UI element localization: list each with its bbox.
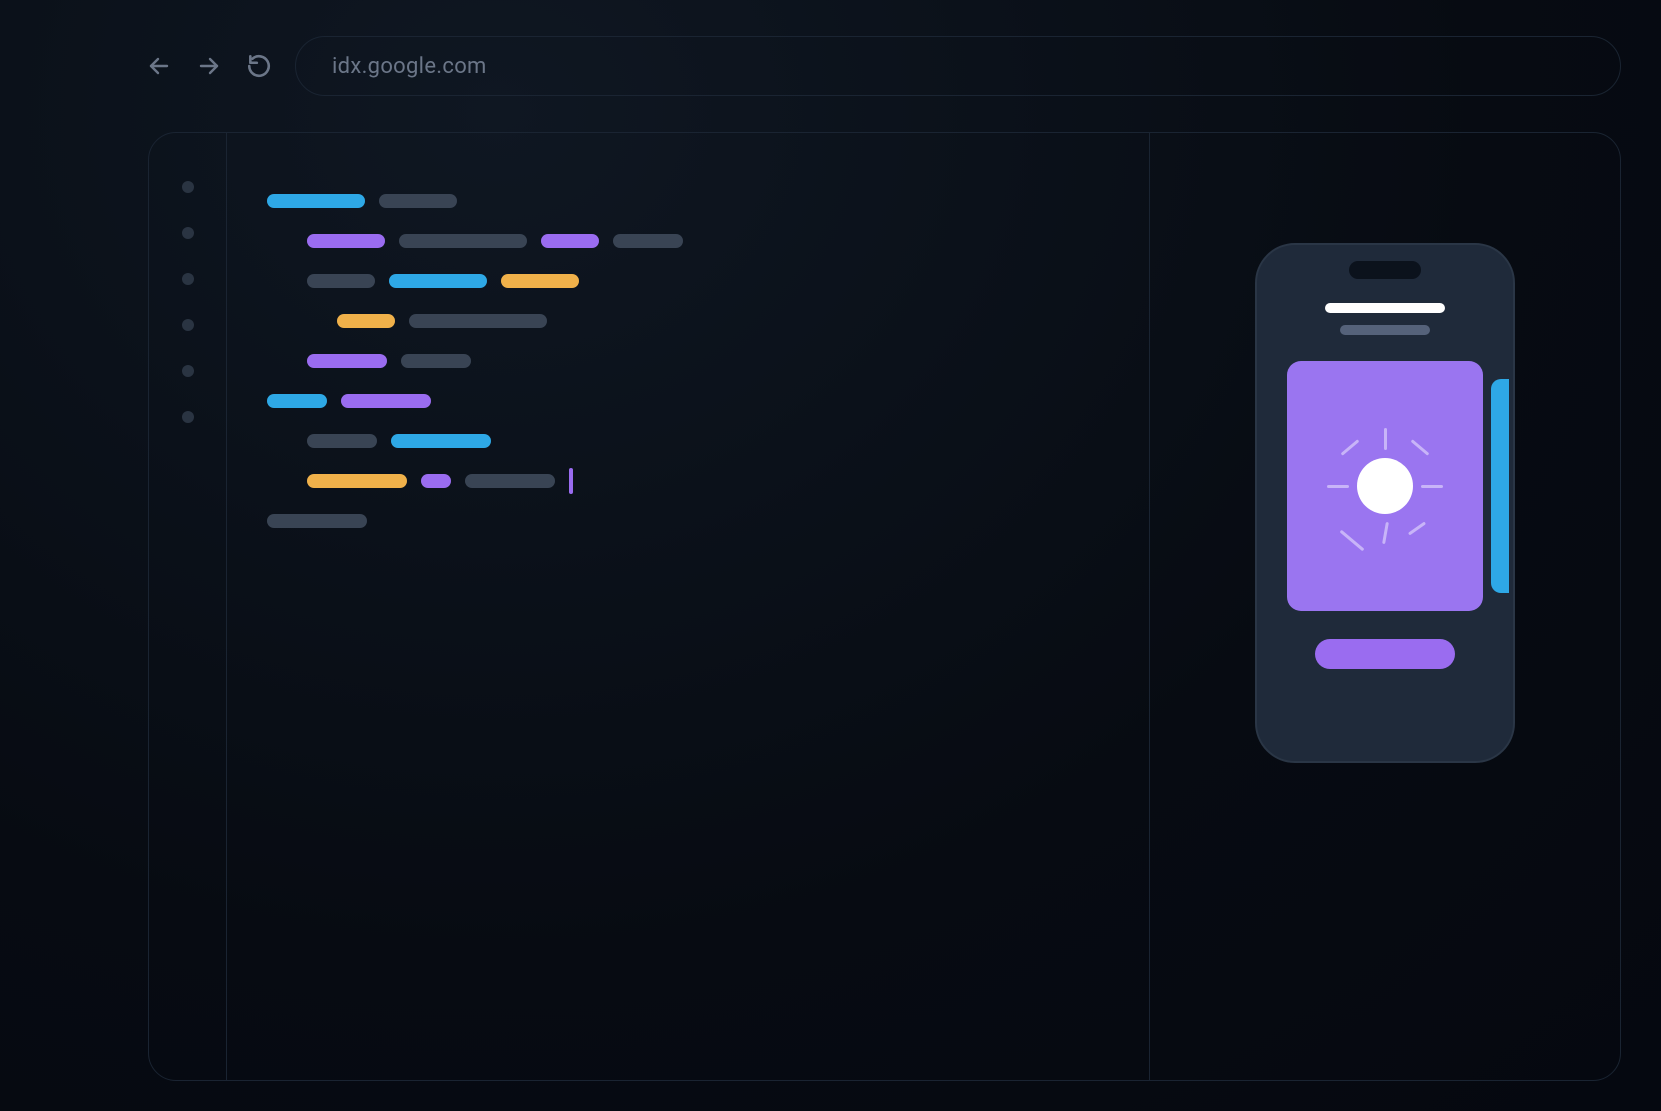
code-token [421,474,451,488]
stage: idx.google.com [0,0,1661,1111]
code-token [341,394,431,408]
preview-pane [1150,133,1620,1080]
rail-dot[interactable] [182,365,194,377]
feature-card[interactable] [1287,361,1483,611]
code-token [401,354,471,368]
app-headline-placeholder [1325,303,1445,313]
cta-button[interactable] [1315,639,1455,669]
arrow-left-icon [147,54,171,78]
code-token [307,434,377,448]
text-cursor [569,468,573,494]
code-token [399,234,527,248]
code-token [409,314,547,328]
address-bar-url: idx.google.com [332,54,487,79]
code-token [391,434,491,448]
rail-dot[interactable] [182,227,194,239]
phone-screen [1275,297,1495,743]
code-line [267,261,1109,301]
code-token [613,234,683,248]
browser-chrome: idx.google.com [145,30,1621,102]
rail-dot[interactable] [182,181,194,193]
code-token [307,274,375,288]
code-token [307,474,407,488]
code-token [267,194,365,208]
code-token [307,354,387,368]
code-token [379,194,457,208]
editor-window [148,132,1621,1081]
code-line [267,181,1109,221]
forward-button[interactable] [195,52,223,80]
rail-dot[interactable] [182,319,194,331]
rail-dot[interactable] [182,411,194,423]
spark-icon [1357,458,1413,514]
code-token [307,234,385,248]
code-token [267,514,367,528]
code-token [501,274,579,288]
refresh-icon [246,53,272,79]
app-subline-placeholder [1340,325,1430,335]
back-button[interactable] [145,52,173,80]
reload-button[interactable] [245,52,273,80]
code-line [267,421,1109,461]
phone-notch [1349,261,1421,279]
code-line [267,221,1109,261]
code-line [267,501,1109,541]
arrow-right-icon [197,54,221,78]
code-token [541,234,599,248]
code-editor[interactable] [227,133,1150,1080]
code-token [267,394,327,408]
code-token [389,274,487,288]
phone-mock [1255,243,1515,763]
code-line [267,381,1109,421]
code-token [337,314,395,328]
code-line [267,301,1109,341]
code-line [267,461,1109,501]
address-bar[interactable]: idx.google.com [295,36,1621,96]
code-line [267,341,1109,381]
activity-rail [149,133,227,1080]
card-carousel[interactable] [1275,361,1495,611]
rail-dot[interactable] [182,273,194,285]
code-token [465,474,555,488]
next-card-peek[interactable] [1491,379,1509,593]
